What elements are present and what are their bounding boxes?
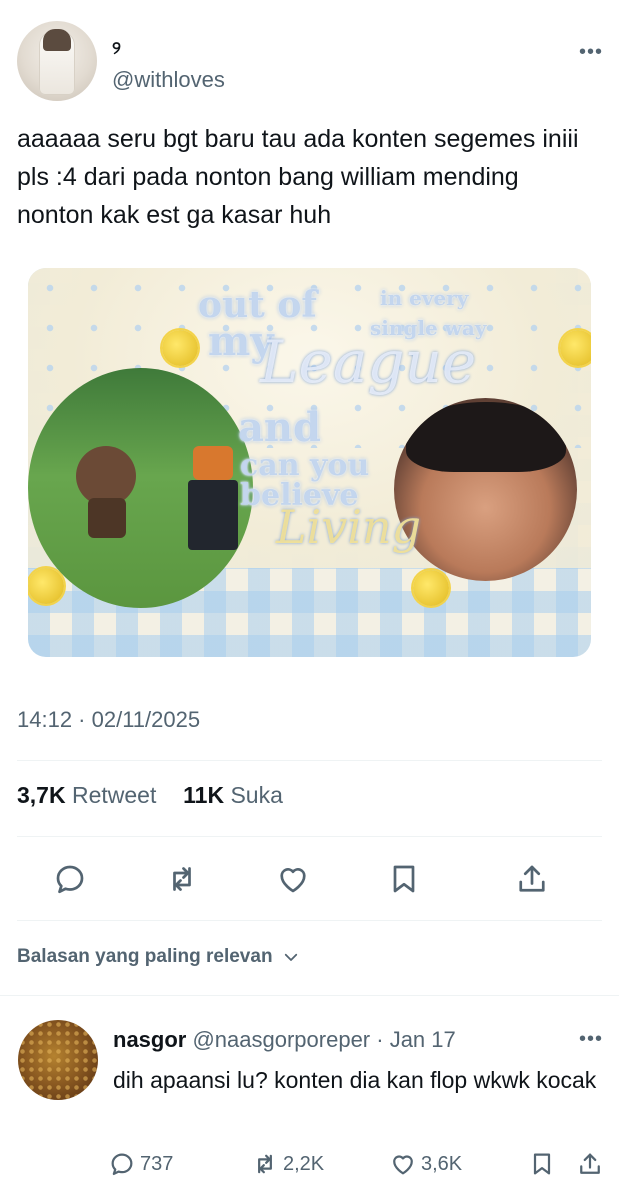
- replies-sort-dropdown[interactable]: Balasan yang paling relevan: [17, 946, 300, 968]
- post-actions-bar: [17, 855, 602, 905]
- reply-author-avatar[interactable]: [18, 1020, 98, 1100]
- game-screenshot-circle: [28, 368, 253, 608]
- divider: [17, 836, 602, 837]
- reply-icon: [111, 1153, 133, 1176]
- reply-text: dih apaansi lu? konten dia kan flop wkwk…: [113, 1067, 597, 1093]
- replies-sort-label: Balasan yang paling relevan: [17, 946, 273, 967]
- post-stats: 3,7K Retweet 11K Suka: [17, 782, 283, 809]
- post-timestamp[interactable]: 14:12 · 02/11/2025: [17, 707, 200, 733]
- retweet-stat[interactable]: 3,7K Retweet: [17, 782, 156, 808]
- coin-sticker: [560, 330, 591, 366]
- game-character-head: [76, 446, 136, 506]
- reply-author-name[interactable]: nasgor: [113, 1027, 186, 1052]
- reply-like-count: 3,6K: [421, 1152, 463, 1175]
- artwork-script-text: League: [260, 328, 477, 396]
- chevron-down-icon: [284, 953, 297, 961]
- reply-actions-bar: 737 2,2K 3,6K: [108, 1150, 608, 1184]
- reply-bookmark-button[interactable]: [528, 1150, 556, 1178]
- more-options-icon[interactable]: •••: [579, 41, 603, 64]
- coin-sticker: [413, 570, 449, 606]
- retweet-icon: [258, 1154, 272, 1174]
- like-count: 11K: [183, 782, 225, 808]
- portrait-circle: [394, 398, 577, 581]
- avatar-texture: [18, 1020, 98, 1100]
- reply-header: nasgor @naasgorporeper · Jan 17: [113, 1027, 456, 1053]
- reply-reply-count: 737: [140, 1152, 174, 1175]
- bookmark-icon[interactable]: [386, 861, 422, 897]
- author-handle[interactable]: @withloves: [112, 67, 225, 93]
- author-avatar[interactable]: [17, 21, 97, 101]
- share-icon[interactable]: [514, 861, 550, 897]
- reply-item[interactable]: nasgor @naasgorporeper · Jan 17 ••• dih …: [0, 1000, 619, 1200]
- reply-reply-button[interactable]: 737: [108, 1150, 173, 1178]
- retweet-icon[interactable]: [164, 861, 200, 897]
- divider: [0, 995, 619, 996]
- post-header: ୨ @withloves •••: [17, 21, 607, 103]
- reply-icon[interactable]: [52, 861, 88, 897]
- divider: [17, 920, 602, 921]
- like-stat[interactable]: 11K Suka: [183, 782, 283, 808]
- artwork-text: and: [238, 404, 321, 451]
- reply-like-button[interactable]: 3,6K: [389, 1150, 462, 1178]
- reply-author-meta[interactable]: @naasgorporeper · Jan 17: [186, 1027, 455, 1052]
- portrait-hair: [406, 402, 566, 472]
- post-media-image[interactable]: out of in every single way my League and…: [28, 268, 591, 657]
- game-character-body: [88, 498, 126, 538]
- reply-more-options-icon[interactable]: •••: [579, 1028, 603, 1051]
- post-text: aaaaaa seru bgt baru tau ada konten sege…: [17, 125, 579, 229]
- retweet-label: Retweet: [71, 782, 157, 808]
- game-avatar-head: [193, 446, 233, 480]
- reply-share-button[interactable]: [576, 1150, 604, 1178]
- share-icon: [580, 1153, 600, 1174]
- artwork-script-text: Living: [276, 500, 422, 554]
- reply-retweet-count: 2,2K: [283, 1152, 325, 1175]
- like-label: Suka: [230, 782, 283, 808]
- coin-sticker: [162, 330, 198, 366]
- like-icon[interactable]: [275, 861, 311, 897]
- retweet-count: 3,7K: [17, 782, 66, 808]
- avatar-hair: [43, 29, 71, 51]
- like-icon: [393, 1155, 413, 1175]
- artwork-text: in every: [380, 286, 469, 310]
- coin-sticker: [28, 568, 64, 604]
- divider: [17, 760, 602, 761]
- bookmark-icon: [533, 1153, 551, 1175]
- game-avatar-body: [188, 480, 238, 550]
- reply-retweet-button[interactable]: 2,2K: [251, 1150, 324, 1178]
- author-display-name[interactable]: ୨: [112, 38, 121, 59]
